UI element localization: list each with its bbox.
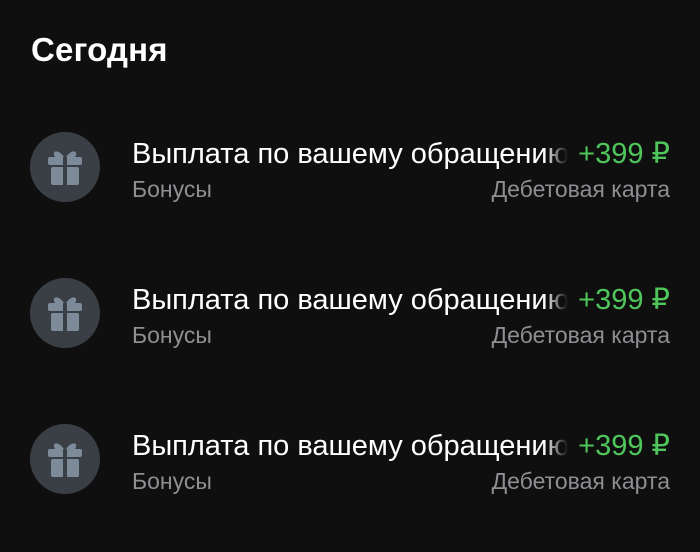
transaction-category: Бонусы — [132, 468, 212, 494]
transaction-amount: +399 ₽ — [578, 284, 670, 316]
transaction-row[interactable]: Выплата по вашему обращению +399 ₽ Бонус… — [0, 256, 700, 366]
transaction-category: Бонусы — [132, 322, 212, 348]
gift-icon — [30, 424, 100, 494]
transaction-account: Дебетовая карта — [491, 176, 670, 202]
transaction-account: Дебетовая карта — [491, 322, 670, 348]
transaction-amount: +399 ₽ — [578, 430, 670, 462]
transaction-row[interactable]: Выплата по вашему обращению +399 ₽ Бонус… — [0, 402, 700, 512]
transaction-row[interactable]: Выплата по вашему обращению +399 ₽ Бонус… — [0, 110, 700, 220]
transaction-title: Выплата по вашему обращению — [132, 284, 570, 316]
transaction-title: Выплата по вашему обращению — [132, 138, 570, 170]
transaction-title: Выплата по вашему обращению — [132, 430, 570, 462]
gift-icon — [30, 132, 100, 202]
transaction-account: Дебетовая карта — [491, 468, 670, 494]
transaction-list: Выплата по вашему обращению +399 ₽ Бонус… — [0, 0, 700, 552]
gift-icon — [30, 278, 100, 348]
transaction-amount: +399 ₽ — [578, 138, 670, 170]
transaction-category: Бонусы — [132, 176, 212, 202]
